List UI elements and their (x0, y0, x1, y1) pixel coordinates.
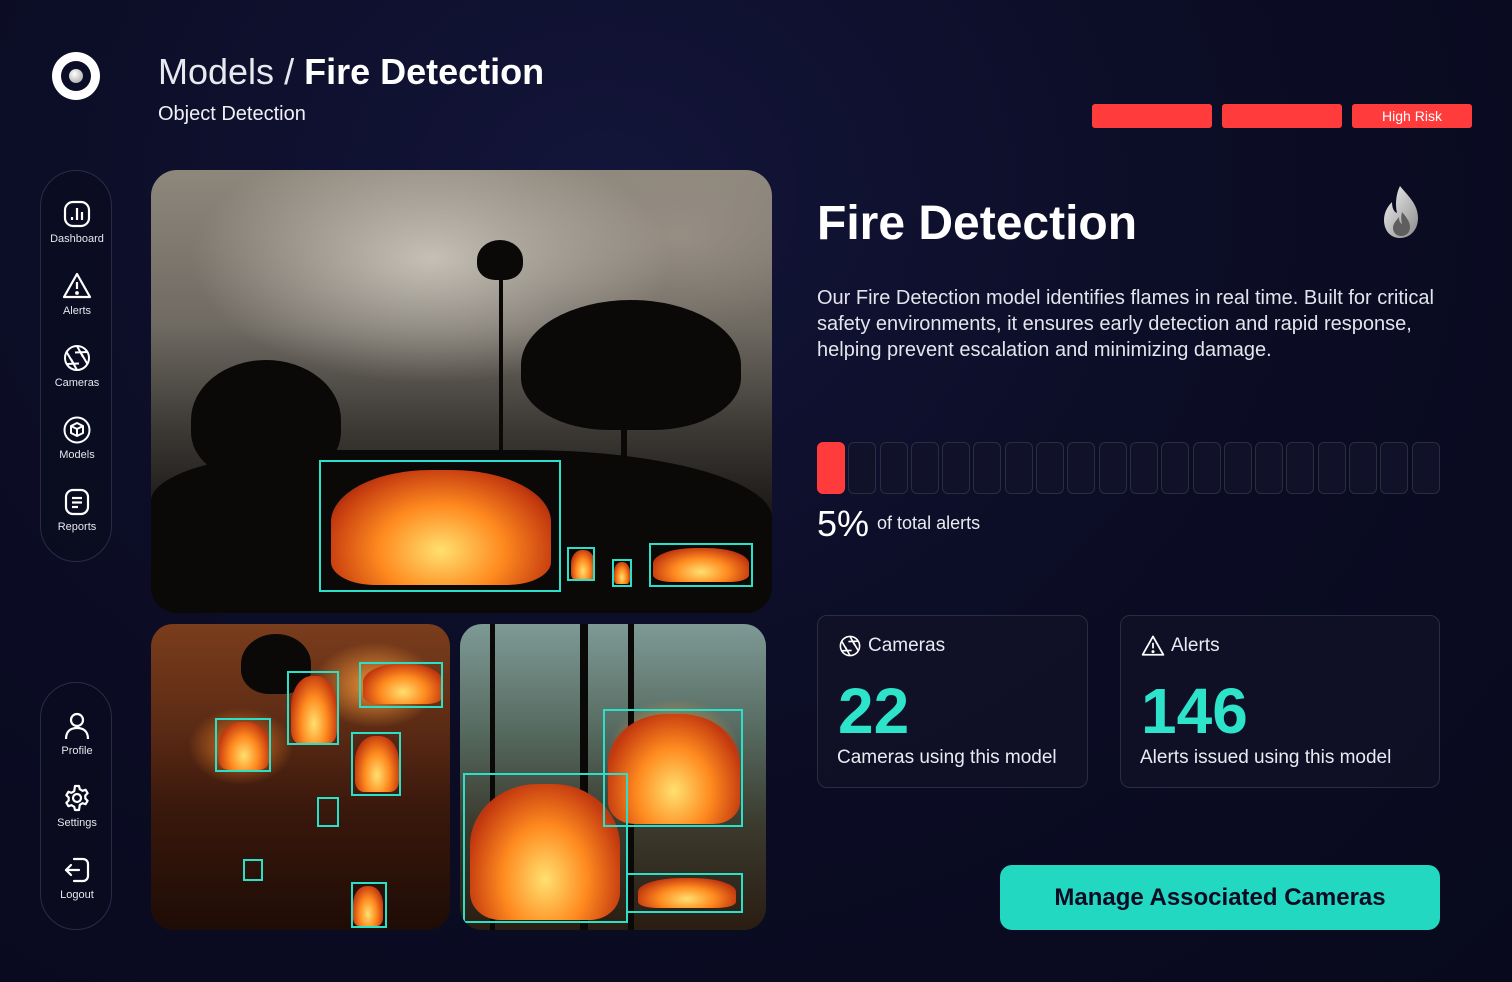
alerts-stat-value: 146 (1141, 675, 1248, 747)
sidebar-item-models[interactable]: Models (41, 415, 113, 461)
meter-segment-empty (879, 442, 908, 494)
cube-icon (63, 416, 91, 444)
detection-image-right[interactable] (460, 624, 766, 930)
page-subtitle: Object Detection (158, 103, 306, 125)
meter-segment-empty (1067, 442, 1096, 494)
risk-tag-high: High Risk (1352, 104, 1472, 128)
alert-share: 5% of total alerts (817, 503, 980, 545)
sidebar-label: Logout (60, 889, 94, 901)
sidebar-label: Models (59, 449, 95, 461)
detection-box (351, 732, 401, 796)
sidebar-item-dashboard[interactable]: Dashboard (41, 199, 113, 245)
cameras-stat-value: 22 (838, 675, 910, 747)
detection-box (612, 559, 632, 587)
page-title: Fire Detection (304, 51, 545, 92)
sidebar-label: Dashboard (50, 233, 104, 245)
meter-segment-empty (1036, 442, 1065, 494)
detection-box (463, 773, 628, 923)
alerts-stat-title: Alerts (1171, 635, 1220, 656)
risk-tags: High Risk (1092, 104, 1472, 128)
model-title: Fire Detection (817, 197, 1138, 250)
detection-box (243, 859, 263, 881)
detection-box (351, 882, 387, 928)
meter-segment-empty (848, 442, 877, 494)
breadcrumb: Models / Fire Detection (158, 52, 544, 92)
warning-icon (62, 272, 92, 299)
tree-silhouette (477, 240, 523, 280)
detection-box (359, 662, 443, 708)
tree-silhouette (521, 300, 741, 430)
meter-segment-empty (1255, 442, 1284, 494)
meter-segment-filled (817, 442, 845, 494)
cameras-stat-title: Cameras (868, 635, 946, 656)
document-icon (64, 488, 90, 516)
alert-share-meter (817, 442, 1440, 494)
alert-share-percent: 5% (817, 503, 870, 544)
alerts-stat-caption: Alerts issued using this model (1140, 747, 1392, 768)
tree-trunk (499, 250, 503, 470)
app-logo[interactable] (52, 52, 100, 100)
meter-segment-empty (1161, 442, 1190, 494)
cameras-stat-card[interactable]: Cameras 22 Cameras using this model (817, 615, 1088, 788)
detection-image-main[interactable] (151, 170, 772, 613)
meter-segment-empty (1129, 442, 1158, 494)
alerts-stat-card[interactable]: Alerts 146 Alerts issued using this mode… (1120, 615, 1440, 788)
meter-segment-empty (1098, 442, 1127, 494)
meter-segment-empty (973, 442, 1002, 494)
detection-box (626, 873, 743, 913)
meter-segment-empty (1004, 442, 1033, 494)
dashboard-icon (63, 200, 91, 228)
detection-box (287, 671, 339, 745)
meter-segment-empty (1349, 442, 1378, 494)
model-description: Our Fire Detection model identifies flam… (817, 287, 1434, 361)
alert-share-label: of total alerts (877, 513, 981, 533)
sidebar-label: Profile (61, 745, 93, 757)
breadcrumb-models[interactable]: Models (158, 51, 274, 92)
detection-box (567, 547, 595, 581)
detection-box (317, 797, 339, 827)
sidebar-main-nav: Dashboard Alerts Cameras Models Reports (40, 170, 112, 562)
sidebar-account-nav: Profile Settings Logout (40, 682, 112, 930)
cameras-stat-caption: Cameras using this model (837, 747, 1057, 768)
meter-segment-empty (1223, 442, 1252, 494)
risk-tag-2 (1222, 104, 1342, 128)
sidebar-item-logout[interactable]: Logout (41, 855, 113, 901)
aperture-icon (839, 635, 861, 657)
user-icon (64, 712, 90, 740)
warning-icon (1141, 635, 1165, 656)
detection-box (649, 543, 753, 587)
sidebar-item-alerts[interactable]: Alerts (41, 271, 113, 317)
sidebar-item-settings[interactable]: Settings (41, 783, 113, 829)
detection-image-left[interactable] (151, 624, 450, 930)
aperture-icon (64, 345, 90, 371)
sidebar-label: Reports (57, 521, 97, 533)
sidebar-item-profile[interactable]: Profile (41, 711, 113, 757)
fire-icon (1378, 182, 1424, 245)
meter-segment-empty (1411, 442, 1440, 494)
detection-box (215, 718, 271, 772)
meter-segment-empty (1380, 442, 1409, 494)
gear-icon (65, 784, 89, 812)
sidebar-label: Alerts (62, 305, 92, 317)
logo-dot (69, 69, 83, 83)
breadcrumb-separator: / (284, 51, 295, 92)
sidebar-label: Settings (57, 817, 97, 829)
logout-icon (64, 857, 90, 883)
risk-tag-1 (1092, 104, 1212, 128)
alerts-stat-header: Alerts (1141, 634, 1220, 658)
sidebar-item-cameras[interactable]: Cameras (41, 343, 113, 389)
meter-segment-empty (1286, 442, 1315, 494)
meter-segment-empty (1192, 442, 1221, 494)
cameras-stat-header: Cameras (838, 634, 945, 658)
detection-box (319, 460, 561, 592)
sidebar-label: Cameras (54, 377, 100, 389)
meter-segment-empty (910, 442, 939, 494)
sidebar-item-reports[interactable]: Reports (41, 487, 113, 533)
meter-segment-empty (1317, 442, 1346, 494)
meter-segment-empty (942, 442, 971, 494)
manage-cameras-button[interactable]: Manage Associated Cameras (1000, 865, 1440, 930)
